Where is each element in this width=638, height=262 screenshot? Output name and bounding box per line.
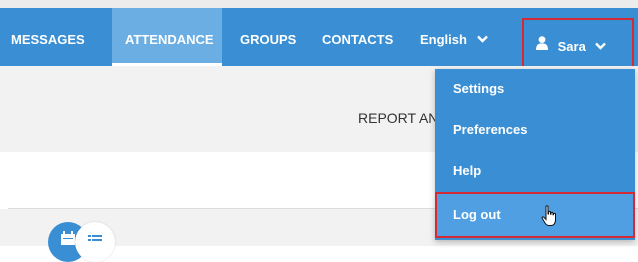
- list-icon: [88, 235, 102, 241]
- report-heading: REPORT AN: [358, 110, 439, 126]
- nav-item-attendance[interactable]: ATTENDANCE: [112, 8, 222, 66]
- user-menu-button[interactable]: Sara: [522, 18, 634, 70]
- nav-item-contacts[interactable]: CONTACTS: [310, 8, 394, 66]
- hand-pointer-icon: [525, 202, 557, 244]
- language-selector[interactable]: English: [420, 8, 488, 66]
- menu-item-logout-label: Log out: [453, 207, 501, 222]
- top-navbar: MESSAGES ATTENDANCE GROUPS CONTACTS Engl…: [0, 8, 638, 70]
- top-strip: [0, 0, 638, 8]
- nav-item-groups[interactable]: GROUPS: [228, 8, 298, 66]
- chevron-down-icon: [476, 7, 488, 71]
- user-dropdown-menu: Settings Preferences Help Log out: [435, 69, 635, 240]
- language-label: English: [420, 32, 467, 47]
- menu-item-preferences[interactable]: Preferences: [435, 110, 635, 150]
- user-icon: [536, 19, 548, 73]
- menu-item-settings[interactable]: Settings: [435, 69, 635, 109]
- calendar-icon: [61, 231, 75, 245]
- nav-item-messages[interactable]: MESSAGES: [0, 8, 112, 66]
- menu-item-logout[interactable]: Log out: [435, 192, 635, 238]
- chevron-down-icon: [595, 19, 607, 73]
- list-view-button[interactable]: [75, 222, 115, 262]
- menu-item-help[interactable]: Help: [435, 151, 635, 191]
- user-name: Sara: [557, 39, 586, 54]
